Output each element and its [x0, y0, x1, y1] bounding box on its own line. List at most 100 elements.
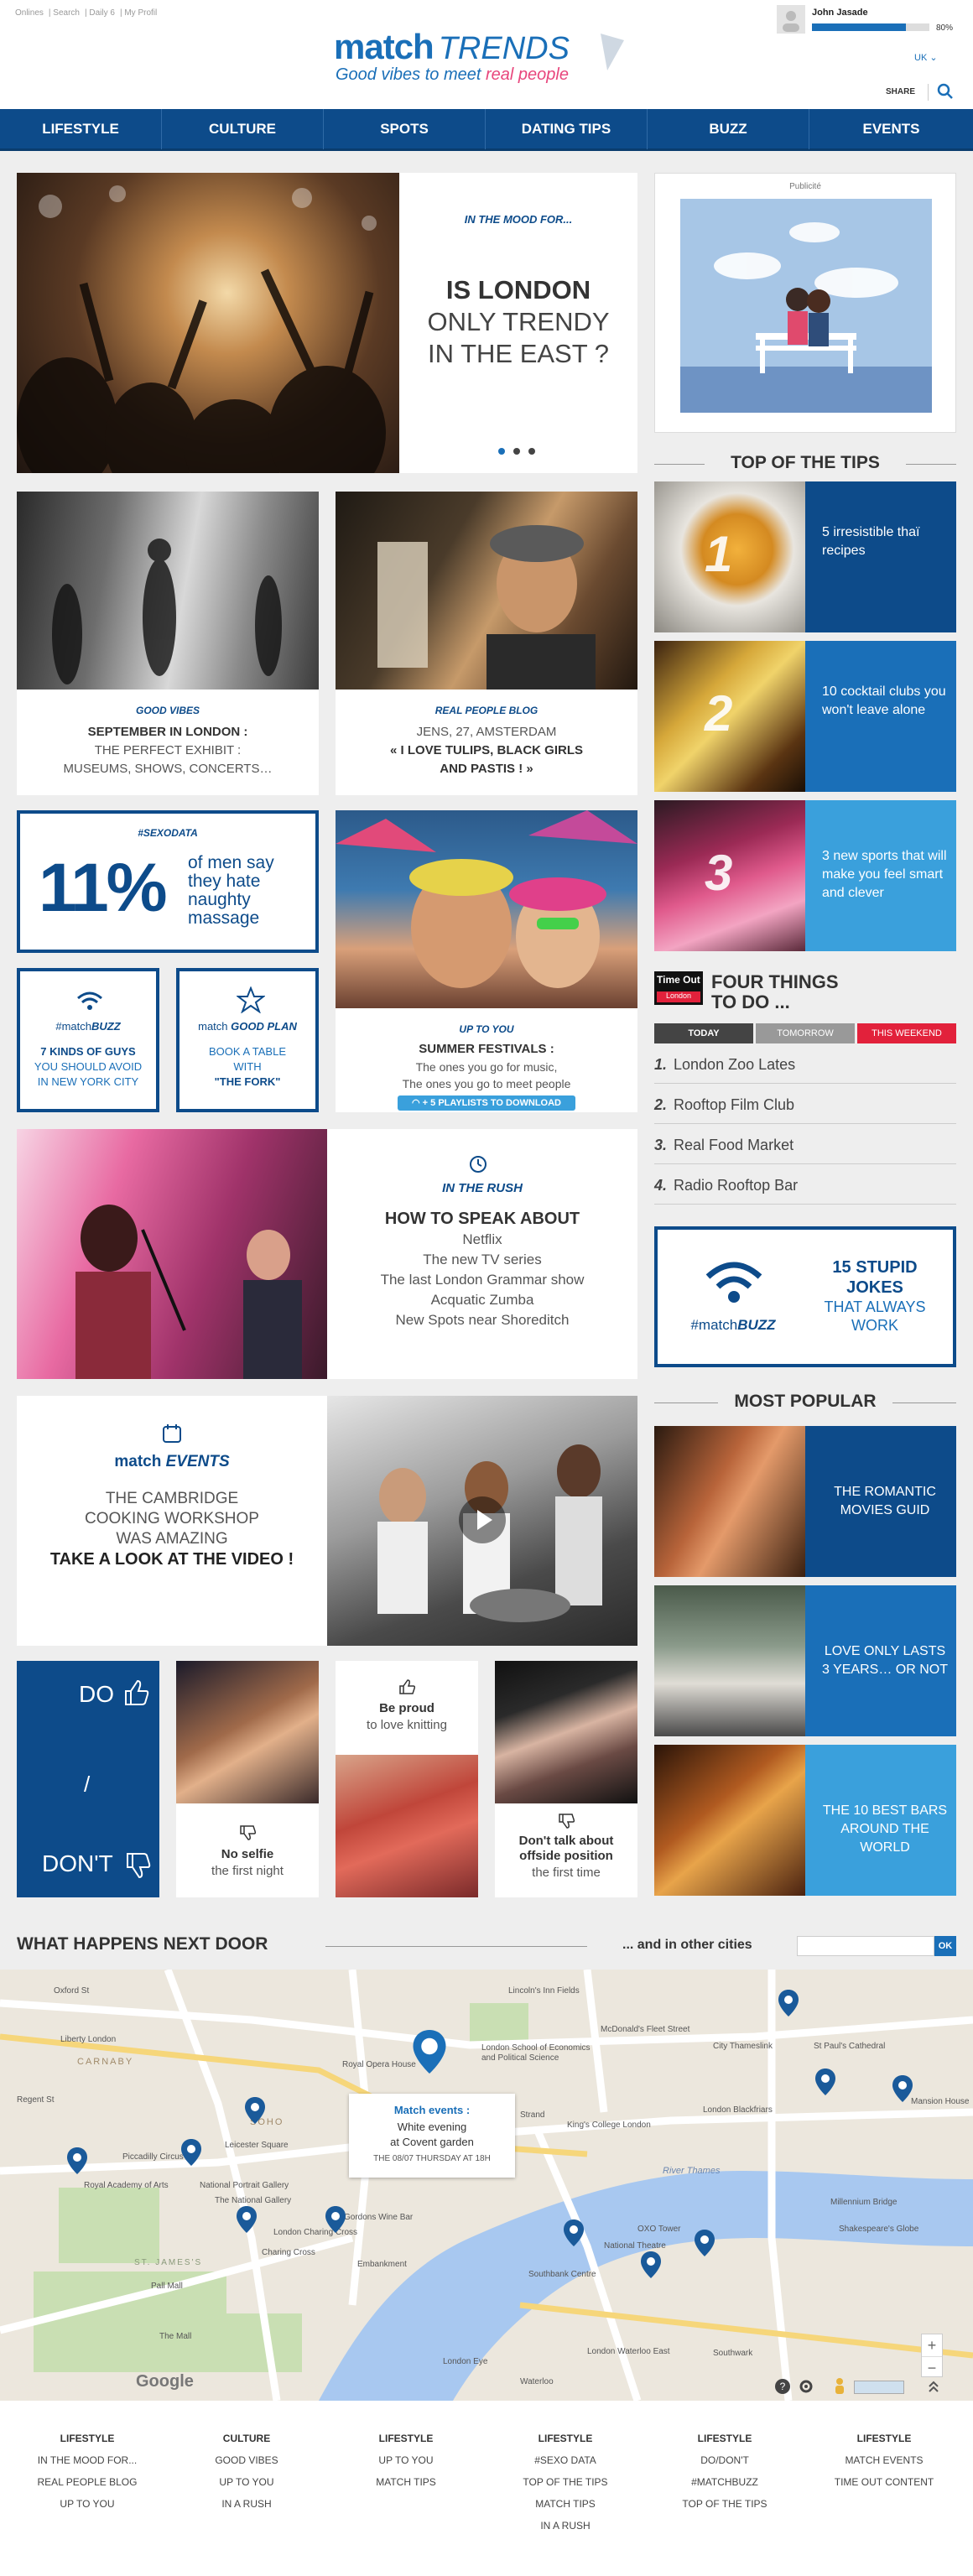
city-search-input[interactable] — [797, 1936, 934, 1956]
footer-link[interactable]: #SEXO DATA — [490, 2449, 641, 2471]
rush-item[interactable]: The last London Grammar show — [327, 1272, 637, 1288]
goodplan-card[interactable]: match GOOD PLAN BOOK A TABLE WITH "THE F… — [176, 968, 319, 1112]
dodont-sub: to love knitting — [367, 1718, 447, 1732]
pager-dot-active[interactable] — [498, 448, 505, 455]
blog-card[interactable]: REAL PEOPLE BLOG JENS, 27, AMSTERDAM « I… — [336, 492, 637, 795]
footer-link[interactable]: #MATCHBUZZ — [649, 2471, 800, 2493]
map-pin-icon[interactable] — [325, 2206, 346, 2233]
blog-kicker: REAL PEOPLE BLOG — [434, 705, 539, 716]
top-link-search[interactable]: Search — [53, 8, 80, 18]
map-label: Royal Opera House — [342, 2060, 416, 2069]
footer-link[interactable]: MATCH TIPS — [330, 2471, 481, 2493]
rush-item[interactable]: Netflix — [327, 1231, 637, 1248]
popular-card-1[interactable]: THE ROMANTIC MOVIES GUID — [654, 1426, 956, 1577]
map-layers-toggle[interactable] — [854, 2381, 904, 2394]
footer-column: LIFESTYLE IN THE MOOD FOR... REAL PEOPLE… — [12, 2401, 163, 2515]
footer-link[interactable]: IN A RUSH — [171, 2493, 322, 2515]
hero-card[interactable]: IN THE MOOD FOR... IS LONDON ONLY TRENDY… — [17, 173, 637, 473]
top-link-profile[interactable]: My Profil — [124, 8, 157, 18]
map-pin-icon[interactable] — [641, 2251, 661, 2278]
gear-icon[interactable] — [797, 2377, 815, 2396]
language-select[interactable]: UK ⌄ — [914, 52, 938, 63]
dont-card-selfie[interactable]: No selfie the first night — [176, 1661, 319, 1897]
popular-card-2[interactable]: LOVE ONLY LASTS 3 YEARS… OR NOT — [654, 1585, 956, 1736]
popular-card-3[interactable]: THE 10 BEST BARS AROUND THE WORLD — [654, 1745, 956, 1896]
do-card-knitting[interactable]: Be proud to love knitting — [336, 1661, 478, 1897]
people-silhouette-icon — [52, 539, 282, 684]
footer-link[interactable]: TOP OF THE TIPS — [649, 2493, 800, 2515]
map-pin-icon[interactable] — [695, 2230, 715, 2256]
events-line4[interactable]: TAKE A LOOK AT THE VIDEO ! — [17, 1550, 327, 1569]
footer-link[interactable]: UP TO YOU — [330, 2449, 481, 2471]
tip-card-1[interactable]: 1 5 irresistible thaï recipes — [654, 481, 956, 632]
top-link-daily[interactable]: Daily 6 — [89, 8, 115, 18]
zoom-in-button[interactable]: + — [922, 2334, 942, 2356]
map-pin-icon[interactable] — [237, 2206, 257, 2233]
map-pin-icon[interactable] — [564, 2220, 584, 2246]
zoom-out-button[interactable]: − — [922, 2356, 942, 2378]
events-card[interactable]: match EVENTS THE CAMBRIDGE COOKING WORKS… — [17, 1396, 637, 1646]
help-icon[interactable]: ? — [773, 2377, 792, 2396]
map-pin-icon[interactable] — [245, 2097, 265, 2124]
pegman-icon[interactable] — [830, 2377, 849, 2396]
tab-this-weekend[interactable]: THIS WEEKEND — [857, 1023, 956, 1043]
nav-lifestyle[interactable]: LIFESTYLE — [0, 109, 162, 149]
nav-culture[interactable]: CULTURE — [162, 109, 324, 149]
dont-card-offside[interactable]: Don't talk about offside position the fi… — [495, 1661, 637, 1897]
map-pin-icon[interactable] — [778, 1990, 799, 2017]
city-search-ok-button[interactable]: OK — [934, 1936, 956, 1956]
nav-spots[interactable]: SPOTS — [324, 109, 486, 149]
footer-link[interactable]: UP TO YOU — [12, 2493, 163, 2515]
map-pin-icon[interactable] — [892, 2075, 913, 2102]
sexodata-card[interactable]: #SEXODATA 11% of men say they hate naugh… — [17, 810, 319, 953]
list-item[interactable]: 4. Radio Rooftop Bar — [654, 1166, 956, 1205]
map-pin-icon[interactable] — [815, 2069, 835, 2095]
footer-link[interactable]: IN THE MOOD FOR... — [12, 2449, 163, 2471]
rush-item[interactable]: Acquatic Zumba — [327, 1292, 637, 1309]
map-pin-icon[interactable] — [67, 2147, 87, 2174]
footer-link[interactable]: TOP OF THE TIPS — [490, 2471, 641, 2493]
download-playlists-button[interactable]: ◠ + 5 PLAYLISTS TO DOWNLOAD — [398, 1095, 575, 1111]
user-widget[interactable]: John Jasade 80% — [777, 5, 963, 37]
rush-item[interactable]: New Spots near Shoreditch — [327, 1312, 637, 1329]
rush-item[interactable]: The new TV series — [327, 1252, 637, 1268]
footer-link[interactable]: UP TO YOU — [171, 2471, 322, 2493]
timeout-logo[interactable]: Time Out London — [654, 971, 703, 1005]
list-item[interactable]: 2. Rooftop Film Club — [654, 1085, 956, 1124]
nav-buzz[interactable]: BUZZ — [648, 109, 809, 149]
good-vibes-card[interactable]: GOOD VIBES SEPTEMBER IN LONDON : THE PER… — [17, 492, 319, 795]
matchbuzz-card[interactable]: #matchBUZZ 7 KINDS OF GUYS YOU SHOULD AV… — [17, 968, 159, 1112]
footer-link[interactable]: GOOD VIBES — [171, 2449, 322, 2471]
tip-card-3[interactable]: 3 3 new sports that will make you feel s… — [654, 800, 956, 951]
tip-card-2[interactable]: 2 10 cocktail clubs you won't leave alon… — [654, 641, 956, 792]
tab-tomorrow[interactable]: TOMORROW — [756, 1023, 855, 1043]
footer-link[interactable]: REAL PEOPLE BLOG — [12, 2471, 163, 2493]
share-label[interactable]: SHARE — [886, 87, 915, 96]
map-callout[interactable]: Match events : White evening at Covent g… — [349, 2094, 515, 2178]
map-pin-icon[interactable] — [181, 2139, 201, 2166]
chevrons-up-icon[interactable] — [926, 2379, 941, 2394]
ad-box[interactable]: Publicité — [654, 173, 956, 433]
nav-dating-tips[interactable]: DATING TIPS — [486, 109, 648, 149]
footer-link[interactable]: DO/DON'T — [649, 2449, 800, 2471]
list-item[interactable]: 3. Real Food Market — [654, 1126, 956, 1164]
rush-card[interactable]: IN THE RUSH HOW TO SPEAK ABOUT Netflix T… — [17, 1129, 637, 1379]
nav-events[interactable]: EVENTS — [809, 109, 973, 149]
footer-link[interactable]: MATCH TIPS — [490, 2493, 641, 2515]
list-item[interactable]: 1. London Zoo Lates — [654, 1045, 956, 1084]
play-icon[interactable] — [457, 1495, 507, 1545]
top-link-onlines[interactable]: Onlines — [15, 8, 44, 18]
footer-link[interactable]: TIME OUT CONTENT — [809, 2471, 960, 2493]
avatar[interactable] — [777, 5, 805, 34]
events-video-thumbnail[interactable] — [327, 1396, 637, 1646]
tab-today[interactable]: TODAY — [654, 1023, 753, 1043]
search-icon[interactable] — [936, 82, 955, 101]
footer-link[interactable]: IN A RUSH — [490, 2515, 641, 2537]
buzz-jokes-card[interactable]: #matchBUZZ 15 STUPID JOKES THAT ALWAYS W… — [654, 1226, 956, 1367]
map-pin-active-icon[interactable] — [413, 2030, 446, 2074]
pager-dot[interactable] — [513, 448, 520, 455]
festivals-card[interactable]: UP TO YOU SUMMER FESTIVALS : The ones yo… — [336, 810, 637, 1112]
map[interactable]: Oxford St Liberty London CARNABY Regent … — [0, 1970, 973, 2401]
pager-dot[interactable] — [528, 448, 535, 455]
footer-link[interactable]: MATCH EVENTS — [809, 2449, 960, 2471]
